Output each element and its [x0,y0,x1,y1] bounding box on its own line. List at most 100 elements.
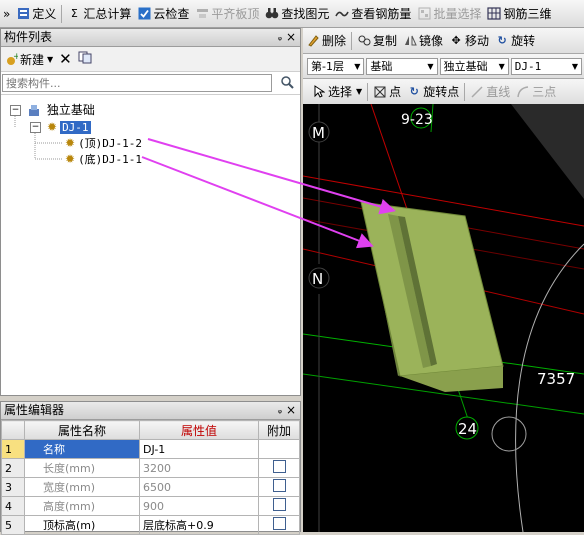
define-label: 定义 [32,7,57,21]
row-number: 3 [1,477,25,497]
batch-select-label: 批量选择 [433,7,482,21]
edit-toolbar: 删除 复制 镜像 ✥ 移动 ↻ 旋转 [303,28,584,54]
new-icon: + [4,52,18,66]
dropdown-arrow-icon: ▼ [354,61,361,71]
property-value-input[interactable]: DJ-1 [139,439,259,459]
arc-icon [516,85,530,99]
extra-checkbox[interactable] [272,479,286,492]
table-row[interactable]: 4 高度(mm) 900 [1,496,300,516]
type-select[interactable]: 独立基础 ▼ [439,57,509,75]
floor-select[interactable]: 第-1层 ▼ [307,57,365,75]
column-header-name: 属性名称 [24,420,140,440]
rotate-button[interactable]: ↻ 旋转 [492,29,538,53]
find-element-button[interactable]: 查找图元 [262,2,332,26]
grid-label-top: 9-23 [401,112,433,128]
component-list-panel: 构件列表 ᵩ × + 新建 ▼ ✕ − 独立基础 −✹DJ-1 [0,28,301,396]
axis-label-n: N [312,270,323,288]
collapse-icon[interactable]: − [10,105,21,116]
mirror-button[interactable]: 镜像 [400,29,446,53]
component-list-title: 构件列表 [4,30,53,44]
new-component-button[interactable]: + 新建 ▼ [1,47,56,71]
delete-button[interactable]: 删除 [303,29,349,53]
search-icon[interactable] [280,75,294,92]
type-select-value: 独立基础 [443,60,488,73]
rotate-point-button[interactable]: ↻ 旋转点 [404,80,462,104]
mirror-icon [403,34,417,48]
category-select[interactable]: 基础 ▼ [366,57,438,75]
search-input[interactable] [2,74,272,92]
extra-checkbox[interactable] [272,460,286,473]
extra-checkbox[interactable] [272,498,286,511]
dimension-arc [515,243,584,532]
three-point-label: 三点 [532,85,557,99]
select-button[interactable]: 选择 ▼ [309,80,365,104]
property-extra-cell [258,458,300,478]
close-icon[interactable]: × [286,29,296,46]
property-value-input[interactable]: 6500 [139,477,259,497]
pin-icon[interactable]: ᵩ [278,402,282,419]
pencil-delete-icon [306,34,320,48]
dropdown-arrow-icon: ▼ [427,61,434,71]
view-rebar-button[interactable]: 查看钢筋量 [332,2,414,26]
delete-component-button[interactable]: ✕ [56,47,75,71]
dropdown-arrow-icon: ▼ [498,61,505,71]
rotate-point-icon: ↻ [409,85,419,98]
line-label: 直线 [486,85,511,99]
point-button[interactable]: 点 [370,80,404,104]
summary-calc-label: 汇总计算 [83,7,132,21]
tree-leaf-bottom[interactable]: ✹ (底)DJ-1-1 [65,151,142,167]
table-row[interactable]: 1 名称 DJ-1 [1,439,300,459]
define-button[interactable]: 定义 [13,2,59,26]
property-extra-cell [258,439,300,459]
component-list-header: 构件列表 ᵩ × [1,29,300,47]
dropdown-arrow-icon: ▼ [356,87,363,96]
gear-icon: ✹ [47,120,58,134]
batch-select-button[interactable]: 批量选择 [414,2,484,26]
copy-button[interactable]: 复制 [354,29,400,53]
three-point-arc-button[interactable]: 三点 [513,80,559,104]
align-top-label: 平齐板顶 [211,7,260,21]
cloud-check-button[interactable]: 云检查 [134,2,192,26]
line-icon [470,85,484,99]
line-button[interactable]: 直线 [467,80,513,104]
select-bar: 选择 ▼ 点 ↻ 旋转点 直线 三点 [303,79,584,105]
rebar-3d-icon [487,7,502,21]
move-arrows-icon: ✥ [451,34,461,47]
rebar-3d-button[interactable]: 钢筋三维 [484,2,554,26]
drawing-canvas[interactable]: 9-23 M N 7357 24 [303,104,584,532]
gear-icon: ✹ [65,152,76,166]
tree-leaf-top-label: (顶)DJ-1-2 [78,137,143,150]
binoculars-icon [265,7,279,21]
tree-leaf-top[interactable]: ✹ (顶)DJ-1-2 [65,135,142,151]
table-row[interactable]: 2 长度(mm) 3200 [1,458,300,478]
close-icon[interactable]: × [286,402,296,419]
search-row [1,72,300,95]
component-select[interactable]: DJ-1 ▼ [510,57,582,75]
collapse-icon[interactable]: − [30,122,41,133]
svg-text:+: + [13,53,18,62]
copy-component-button[interactable] [75,47,95,71]
property-name: 宽度(mm) [24,477,140,497]
rotate-label: 旋转 [511,34,536,48]
toolbar-separator [351,31,353,50]
view-rebar-label: 查看钢筋量 [351,7,412,21]
rotate-point-label: 旋转点 [423,85,460,99]
property-table: 属性名称 属性值 附加 1 名称 DJ-1 2 长度(mm) 3200 3 宽度… [1,420,300,535]
property-name: 高度(mm) [24,496,140,516]
pin-icon[interactable]: ᵩ [278,29,282,46]
column-header-value: 属性值 [139,420,259,440]
tree-root-label: 独立基础 [46,103,95,117]
category-select-value: 基础 [370,60,393,73]
extra-checkbox[interactable] [272,517,286,530]
tree-node-dj1[interactable]: − ✹ DJ-1 [30,119,91,135]
align-top-button[interactable]: 平齐板顶 [192,2,262,26]
dimension-label: 7357 [537,370,575,388]
summary-calc-button[interactable]: Σ 汇总计算 [64,2,134,26]
tree-node-root[interactable]: − 独立基础 [10,102,95,118]
property-value-input[interactable]: 900 [139,496,259,516]
property-value-input[interactable]: 3200 [139,458,259,478]
move-button[interactable]: ✥ 移动 [446,29,492,53]
table-row[interactable]: 3 宽度(mm) 6500 [1,477,300,497]
overflow-chevron-button[interactable]: » [0,2,13,26]
property-name: 名称 [24,439,140,459]
